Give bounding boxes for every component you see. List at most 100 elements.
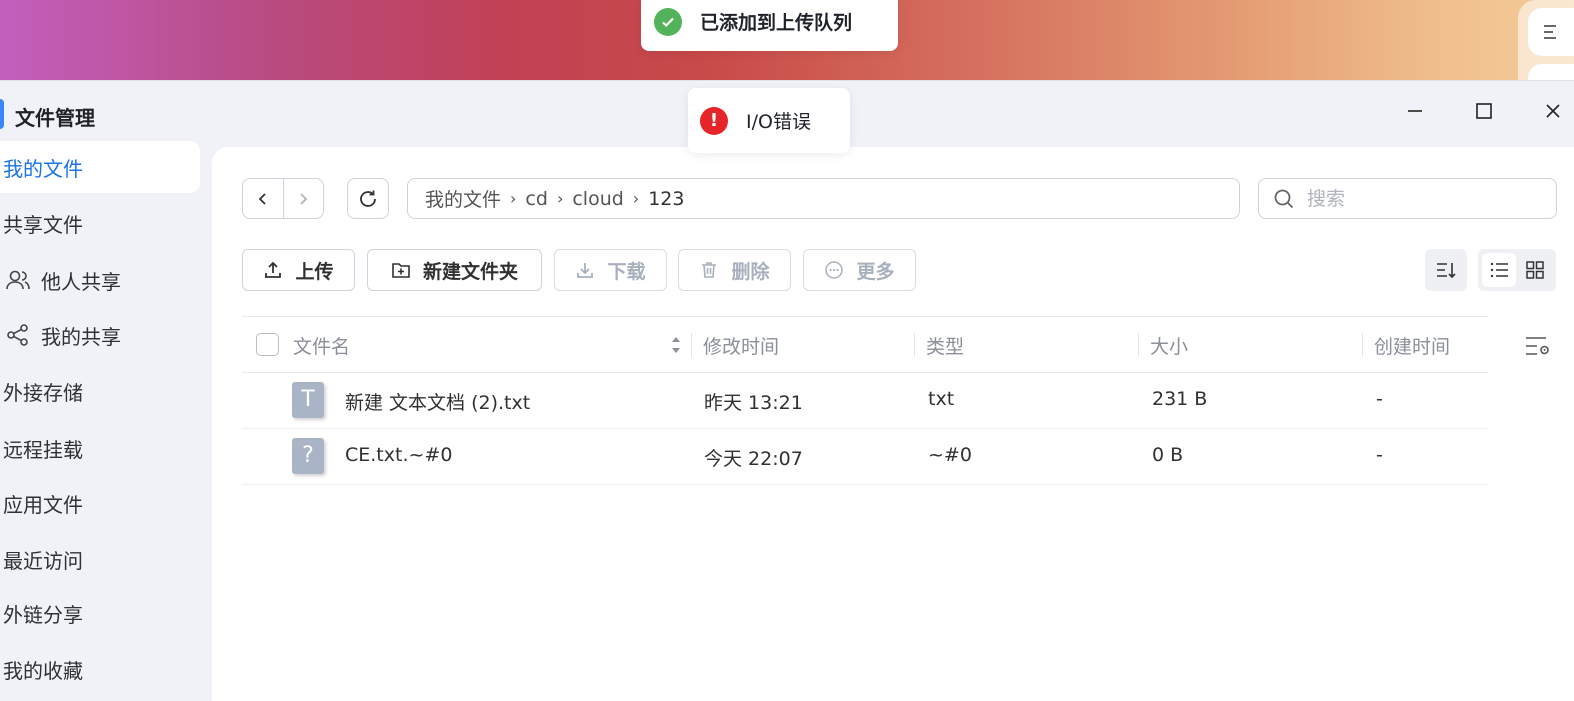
- new-folder-button[interactable]: 新建文件夹: [367, 249, 542, 291]
- chevron-right-icon: [300, 192, 308, 205]
- sidebar-item-label: 应用文件: [3, 492, 83, 517]
- sidebar-item-label: 最近访问: [3, 548, 83, 573]
- column-divider[interactable]: [1138, 333, 1139, 357]
- error-toast: ! I/O错误: [688, 88, 850, 153]
- new-folder-label: 新建文件夹: [422, 260, 518, 283]
- sidebar-item-my-files[interactable]: 我的文件: [0, 141, 200, 193]
- column-header-size[interactable]: 大小: [1150, 332, 1188, 359]
- select-all-checkbox[interactable]: [256, 333, 279, 356]
- share-icon: [7, 324, 28, 346]
- app-icon: [0, 99, 4, 129]
- column-settings-icon[interactable]: [1525, 334, 1551, 358]
- sidebar: 我的文件 共享文件 他人共享 我的共享 外接存储 远程挂载 应用文件 最近访问 …: [0, 141, 212, 701]
- sidebar-item-label: 我的文件: [3, 156, 83, 181]
- breadcrumb-item[interactable]: 我的文件: [425, 185, 501, 212]
- history-nav: [242, 178, 324, 219]
- sidebar-item-label: 外接存储: [3, 380, 83, 405]
- maximize-button[interactable]: [1471, 101, 1497, 127]
- upload-button[interactable]: 上传: [242, 249, 355, 291]
- more-label: 更多: [856, 260, 895, 283]
- breadcrumb: 我的文件 › cd › cloud › 123: [407, 178, 1240, 219]
- close-button[interactable]: [1540, 101, 1566, 127]
- file-type: txt: [928, 388, 955, 410]
- widget-panel: [1528, 8, 1574, 56]
- breadcrumb-item[interactable]: cloud: [572, 188, 623, 210]
- sidebar-item-shared-files[interactable]: 共享文件: [0, 197, 200, 249]
- sidebar-item-app-files[interactable]: 应用文件: [0, 477, 200, 529]
- text-file-icon: T: [292, 382, 324, 418]
- more-icon: [825, 261, 844, 279]
- sidebar-item-favorites[interactable]: 我的收藏: [0, 643, 200, 695]
- column-header-created[interactable]: 创建时间: [1374, 332, 1450, 359]
- file-size: 231 B: [1152, 388, 1208, 410]
- download-button[interactable]: 下载: [554, 249, 667, 291]
- chevron-right-icon: ›: [632, 189, 640, 208]
- success-toast: 已添加到上传队列: [641, 0, 898, 51]
- sidebar-item-label: 共享文件: [3, 212, 83, 237]
- file-modified: 今天 22:07: [704, 448, 803, 470]
- list-view-button[interactable]: [1482, 253, 1516, 287]
- minimize-button[interactable]: [1402, 101, 1428, 127]
- file-created: -: [1376, 388, 1383, 410]
- trash-icon: [702, 262, 717, 278]
- sidebar-item-others-shared[interactable]: 他人共享: [0, 254, 200, 306]
- desktop-widget[interactable]: [1518, 0, 1574, 84]
- forward-button[interactable]: [282, 179, 323, 218]
- chevron-right-icon: ›: [510, 189, 517, 208]
- table-row[interactable]: T 新建 文本文档 (2).txt 昨天 13:21 txt 231 B -: [242, 373, 1488, 429]
- file-type: ~#0: [928, 444, 972, 466]
- grid-view-icon: [1526, 261, 1544, 279]
- widget-settings-icon: [1544, 25, 1556, 39]
- back-button[interactable]: [243, 179, 283, 218]
- file-name[interactable]: 新建 文本文档 (2).txt: [345, 388, 530, 415]
- error-circle-icon: !: [700, 106, 728, 135]
- sidebar-item-recent[interactable]: 最近访问: [0, 533, 200, 585]
- unknown-file-icon: ?: [292, 438, 324, 474]
- grid-view-button[interactable]: [1518, 253, 1552, 287]
- maximize-icon: [1476, 103, 1492, 119]
- column-header-type[interactable]: 类型: [926, 332, 964, 359]
- column-header-modified[interactable]: 修改时间: [703, 332, 779, 359]
- sort-button[interactable]: [1425, 249, 1467, 291]
- column-divider[interactable]: [914, 333, 915, 357]
- list-view-icon: [1490, 262, 1508, 278]
- column-divider[interactable]: [1362, 333, 1363, 357]
- sidebar-item-external-storage[interactable]: 外接存储: [0, 365, 200, 417]
- table-header: 文件名 修改时间 类型 大小 创建时间: [242, 316, 1488, 373]
- folder-add-icon: [392, 263, 410, 278]
- breadcrumb-current[interactable]: 123: [648, 188, 684, 210]
- sidebar-item-my-shares[interactable]: 我的共享: [0, 309, 200, 361]
- table-row[interactable]: ? CE.txt.~#0 今天 22:07 ~#0 0 B -: [242, 429, 1488, 485]
- upload-label: 上传: [295, 260, 334, 283]
- main-panel: 我的文件 › cd › cloud › 123 上传: [212, 147, 1574, 701]
- more-button[interactable]: 更多: [803, 249, 916, 291]
- sidebar-item-label: 他人共享: [41, 269, 121, 294]
- chevron-left-icon: [258, 192, 266, 205]
- sidebar-item-remote-mount[interactable]: 远程挂载: [0, 422, 200, 474]
- sidebar-item-link-shares[interactable]: 外链分享: [0, 587, 200, 639]
- column-header-name[interactable]: 文件名: [293, 332, 350, 359]
- download-label: 下载: [607, 260, 646, 283]
- refresh-icon: [360, 190, 376, 207]
- delete-label: 删除: [731, 260, 770, 283]
- sidebar-item-label: 我的收藏: [3, 658, 83, 683]
- minimize-icon: [1408, 110, 1422, 112]
- file-created: -: [1376, 444, 1383, 466]
- column-divider[interactable]: [691, 333, 692, 357]
- sidebar-item-label: 远程挂载: [3, 437, 83, 462]
- sort-icon: [1437, 263, 1456, 279]
- sidebar-item-label: 外链分享: [3, 602, 83, 627]
- search-input[interactable]: [1307, 187, 1547, 210]
- delete-button[interactable]: 删除: [678, 249, 791, 291]
- check-circle-icon: [654, 7, 682, 36]
- breadcrumb-item[interactable]: cd: [525, 188, 548, 210]
- close-icon: [1546, 104, 1560, 118]
- window-title: 文件管理: [15, 106, 95, 130]
- users-icon: [6, 270, 30, 290]
- search-icon: [1274, 189, 1294, 208]
- refresh-button[interactable]: [347, 178, 389, 219]
- file-manager-window: 文件管理 我的文件 共享文件 他人共享 我的共享 外接存储 远程挂载 应用文件 …: [0, 80, 1574, 701]
- file-size: 0 B: [1152, 444, 1184, 466]
- sort-toggle-icon[interactable]: [670, 334, 682, 356]
- file-name[interactable]: CE.txt.~#0: [345, 444, 452, 466]
